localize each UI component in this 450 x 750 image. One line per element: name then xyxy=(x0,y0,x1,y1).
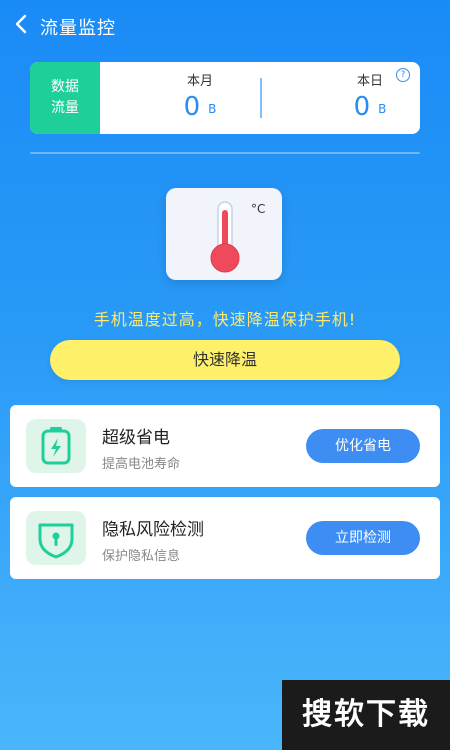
power-saving-title: 超级省电 xyxy=(102,428,170,448)
stat-divider xyxy=(260,78,262,118)
celsius-label: °C xyxy=(251,202,266,216)
month-usage-number: 0 xyxy=(183,92,201,122)
help-icon[interactable]: ? xyxy=(396,68,410,82)
power-saving-card[interactable]: 超级省电 提高电池寿命 优化省电 xyxy=(10,405,440,487)
detect-now-button[interactable]: 立即检测 xyxy=(306,521,420,555)
month-usage-stat: 本月 0B xyxy=(130,62,270,134)
data-usage-card: 数据 流量 本月 0B 本日 0B ? xyxy=(30,62,420,134)
header-bar: 流量监控 xyxy=(0,0,450,52)
thermometer-card: °C xyxy=(166,188,282,280)
power-saving-subtitle: 提高电池寿命 xyxy=(102,457,181,472)
day-usage-value: 0B xyxy=(300,92,420,122)
optimize-power-button[interactable]: 优化省电 xyxy=(306,429,420,463)
day-usage-number: 0 xyxy=(353,92,371,122)
page-title: 流量监控 xyxy=(40,18,116,39)
privacy-check-title: 隐私风险检测 xyxy=(102,520,204,540)
back-arrow-icon[interactable] xyxy=(14,12,36,36)
shield-lock-icon xyxy=(26,511,86,565)
quick-cool-button[interactable]: 快速降温 xyxy=(50,340,400,380)
privacy-check-card[interactable]: 隐私风险检测 保护隐私信息 立即检测 xyxy=(10,497,440,579)
watermark-logo: 搜软下载 xyxy=(282,680,450,750)
data-usage-tag-line1: 数据 xyxy=(51,79,79,95)
month-usage-unit: B xyxy=(208,102,217,116)
privacy-check-subtitle: 保护隐私信息 xyxy=(102,549,181,564)
day-usage-unit: B xyxy=(378,102,387,116)
month-usage-label: 本月 xyxy=(186,74,213,89)
battery-icon xyxy=(26,419,86,473)
temperature-warning: 手机温度过高，快速降温保护手机! xyxy=(93,310,357,329)
month-usage-value: 0B xyxy=(130,92,270,122)
section-divider xyxy=(30,152,420,154)
data-usage-tag: 数据 流量 xyxy=(30,62,100,134)
data-usage-tag-line2: 流量 xyxy=(51,100,79,116)
